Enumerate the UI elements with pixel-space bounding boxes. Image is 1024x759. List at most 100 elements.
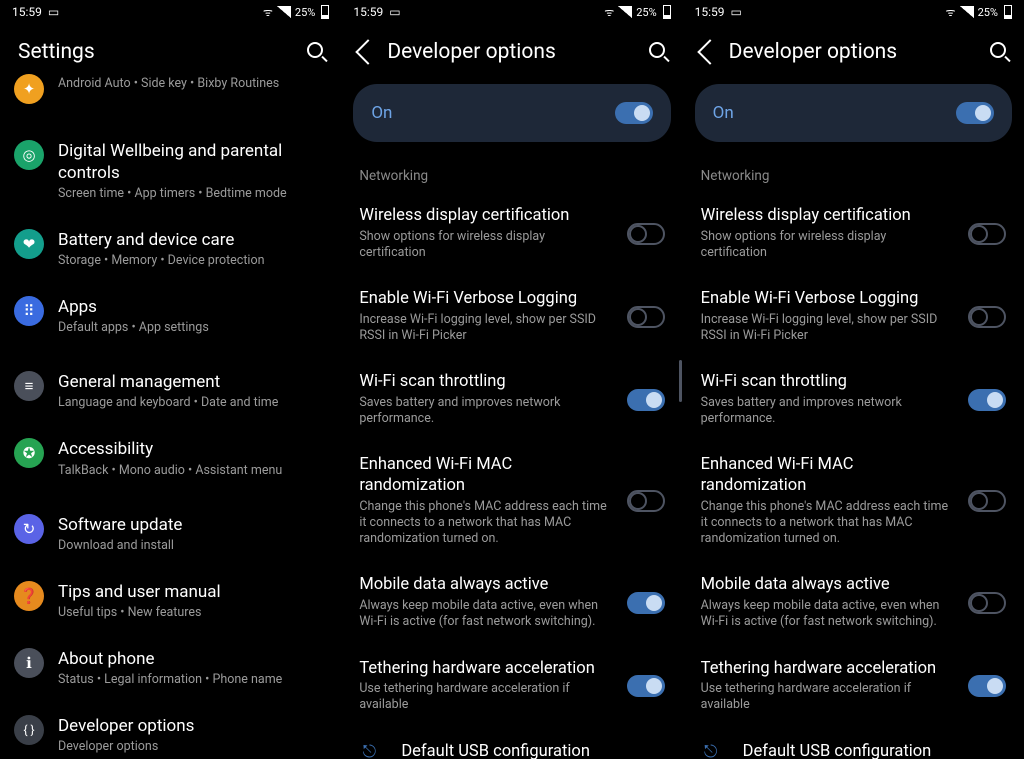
toggle-switch-icon[interactable] [627, 306, 665, 328]
dev-item-wireless-display-cert[interactable]: Wireless display certification Show opti… [683, 192, 1024, 275]
developer-options-panel-b: 15:59 ▭ ᯤ 25% Developer options On Netwo… [341, 0, 682, 759]
battery-icon [663, 5, 671, 19]
battery-text: 25% [636, 6, 656, 19]
about-phone-icon: ℹ [14, 648, 44, 678]
dev-item-sub: Change this phone's MAC address each tim… [701, 499, 954, 548]
digital-wellbeing-icon: ◎ [14, 140, 44, 170]
settings-item-sub: Android Auto • Side key • Bixby Routines [58, 76, 327, 91]
settings-item-sub: Status • Legal information • Phone name [58, 672, 327, 687]
settings-item-accessibility[interactable]: ✪ Accessibility TalkBack • Mono audio • … [14, 424, 327, 491]
settings-item-sub: Language and keyboard • Date and time [58, 395, 327, 410]
search-icon[interactable] [649, 42, 669, 62]
dev-item-title: Tethering hardware acceleration [359, 659, 612, 680]
master-toggle-label: On [371, 103, 392, 123]
search-icon[interactable] [307, 42, 327, 62]
back-icon[interactable] [697, 39, 722, 64]
toggle-switch-icon[interactable] [968, 675, 1006, 697]
settings-item-software-update[interactable]: ↻ Software update Download and install [14, 492, 327, 567]
settings-item-developer-options[interactable]: { } Developer options Developer options [14, 701, 327, 759]
toggle-switch-icon[interactable] [627, 675, 665, 697]
advanced-features-icon: ✦ [14, 74, 44, 104]
settings-item-sub: Screen time • App timers • Bedtime mode [58, 186, 327, 201]
dev-item-wifi-scan-throttling[interactable]: Wi-Fi scan throttling Saves battery and … [341, 358, 682, 441]
settings-item-title: About phone [58, 648, 327, 670]
dev-item-title: Mobile data always active [359, 575, 612, 596]
settings-item-battery-care[interactable]: ❤ Battery and device care Storage • Memo… [14, 215, 327, 282]
settings-item-sub: Useful tips • New features [58, 605, 327, 620]
dev-item-title: Enhanced Wi-Fi MAC randomization [701, 455, 954, 496]
dev-item-wifi-scan-throttling[interactable]: Wi-Fi scan throttling Saves battery and … [683, 358, 1024, 441]
status-time: 15:59 [695, 5, 725, 19]
page-title: Developer options [387, 40, 634, 64]
battery-icon [1004, 5, 1012, 19]
signal-icon [277, 6, 291, 18]
status-time: 15:59 [353, 5, 383, 19]
settings-item-title: Apps [58, 296, 327, 318]
dev-item-tethering-hw-accel[interactable]: Tethering hardware acceleration Use teth… [341, 645, 682, 728]
dev-item-wireless-display-cert[interactable]: Wireless display certification Show opti… [341, 192, 682, 275]
dev-item-sub: Saves battery and improves network perfo… [359, 395, 612, 428]
page-title: Developer options [729, 40, 976, 64]
settings-item-title: Tips and user manual [58, 581, 327, 603]
dev-master-toggle[interactable]: On [353, 84, 670, 142]
status-time: 15:59 [12, 5, 42, 19]
settings-item-sub: Developer options [58, 739, 327, 754]
toggle-switch-icon[interactable] [627, 490, 665, 512]
dev-item-sub: Saves battery and improves network perfo… [701, 395, 954, 428]
tips-icon: ❓ [14, 581, 44, 611]
apps-icon: ⠿ [14, 296, 44, 326]
section-networking: Networking [683, 142, 1024, 192]
settings-item-digital-wellbeing[interactable]: ◎ Digital Wellbeing and parental control… [14, 118, 327, 215]
toggle-switch-icon[interactable] [968, 223, 1006, 245]
settings-item-tips[interactable]: ❓ Tips and user manual Useful tips • New… [14, 567, 327, 634]
settings-list: ✦ Advanced features Android Auto • Side … [0, 74, 341, 759]
dev-item-mobile-data-always-active[interactable]: Mobile data always active Always keep mo… [341, 561, 682, 644]
dev-master-toggle[interactable]: On [695, 84, 1012, 142]
dev-item-mac-randomization[interactable]: Enhanced Wi-Fi MAC randomization Change … [341, 441, 682, 561]
dev-item-sub: Use tethering hardware acceleration if a… [359, 681, 612, 714]
toggle-switch-icon[interactable] [627, 223, 665, 245]
developer-options-icon: { } [14, 715, 44, 745]
dev-item-default-usb-config[interactable]: ⎋ Default USB configuration [683, 728, 1024, 759]
dev-item-title: Wi-Fi scan throttling [359, 372, 612, 393]
settings-item-title: General management [58, 371, 327, 393]
toggle-switch-icon[interactable] [956, 102, 994, 124]
scrollbar[interactable] [679, 360, 682, 402]
dev-item-title: Tethering hardware acceleration [701, 659, 954, 680]
accessibility-icon: ✪ [14, 438, 44, 468]
toggle-switch-icon[interactable] [615, 102, 653, 124]
dev-item-sub: Always keep mobile data active, even whe… [701, 598, 954, 631]
toggle-switch-icon[interactable] [627, 389, 665, 411]
dev-item-tethering-hw-accel[interactable]: Tethering hardware acceleration Use teth… [683, 645, 1024, 728]
settings-item-sub: Download and install [58, 538, 327, 553]
battery-text: 25% [978, 6, 998, 19]
wifi-icon: ᯤ [946, 5, 956, 20]
status-bar: 15:59 ▭ ᯤ 25% [341, 0, 682, 24]
toggle-switch-icon[interactable] [627, 592, 665, 614]
settings-item-apps[interactable]: ⠿ Apps Default apps • App settings [14, 282, 327, 349]
wifi-icon: ᯤ [263, 5, 273, 20]
toggle-switch-icon[interactable] [968, 490, 1006, 512]
dev-item-sub: Increase Wi-Fi logging level, show per S… [701, 312, 954, 345]
search-icon[interactable] [990, 42, 1010, 62]
settings-item-title: Software update [58, 514, 327, 536]
developer-options-panel-c: 15:59 ▭ ᯤ 25% Developer options On Netwo… [683, 0, 1024, 759]
dev-item-mac-randomization[interactable]: Enhanced Wi-Fi MAC randomization Change … [683, 441, 1024, 561]
back-icon[interactable] [356, 39, 381, 64]
dev-item-wifi-verbose-logging[interactable]: Enable Wi-Fi Verbose Logging Increase Wi… [683, 275, 1024, 358]
dev-item-sub: Use tethering hardware acceleration if a… [701, 681, 954, 714]
dev-item-title: Wireless display certification [701, 206, 954, 227]
battery-text: 25% [295, 6, 315, 19]
toggle-switch-icon[interactable] [968, 306, 1006, 328]
settings-item-sub: TalkBack • Mono audio • Assistant menu [58, 463, 327, 478]
notification-icon: ▭ [389, 5, 400, 19]
settings-item-general-management[interactable]: ≡ General management Language and keyboa… [14, 349, 327, 424]
dev-item-wifi-verbose-logging[interactable]: Enable Wi-Fi Verbose Logging Increase Wi… [341, 275, 682, 358]
toggle-switch-icon[interactable] [968, 389, 1006, 411]
settings-item-about-phone[interactable]: ℹ About phone Status • Legal information… [14, 634, 327, 701]
dev-item-mobile-data-always-active[interactable]: Mobile data always active Always keep mo… [683, 561, 1024, 644]
dev-item-default-usb-config[interactable]: ⎋ Default USB configuration [341, 728, 682, 759]
notification-icon: ▭ [731, 5, 742, 19]
settings-item-advanced-features[interactable]: ✦ Advanced features Android Auto • Side … [14, 74, 327, 118]
toggle-switch-icon[interactable] [968, 592, 1006, 614]
